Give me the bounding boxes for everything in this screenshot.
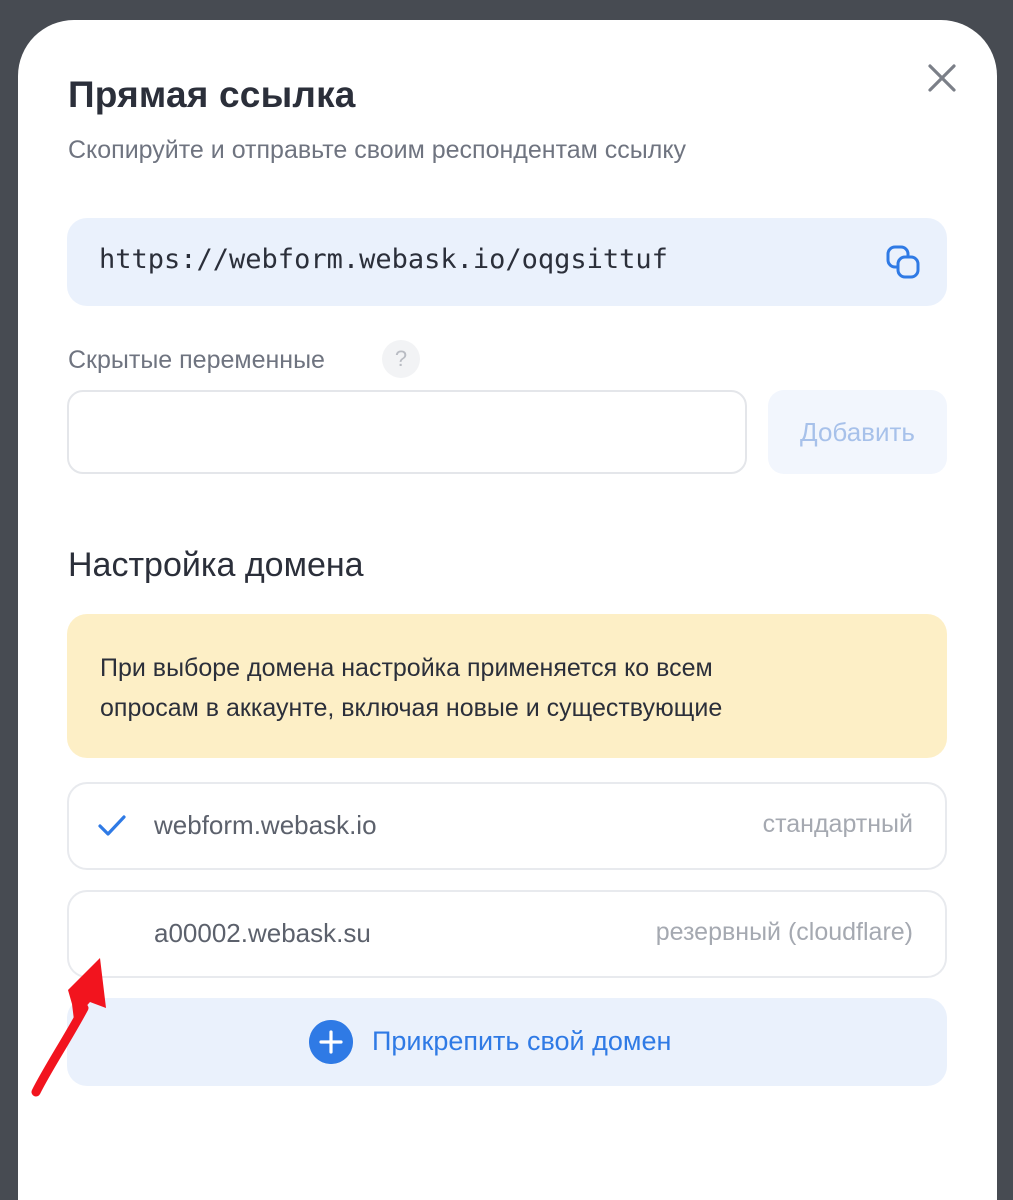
attach-domain-label: Прикрепить свой домен xyxy=(372,1026,672,1056)
attach-domain-button[interactable]: Прикрепить свой домен xyxy=(67,998,947,1086)
direct-link-modal: Прямая ссылка Скопируйте и отправьте сво… xyxy=(18,20,997,1200)
checkmark-icon xyxy=(98,815,126,836)
copy-icon[interactable] xyxy=(885,244,921,280)
annotation-arrow-icon xyxy=(31,958,106,1097)
plus-icon xyxy=(309,1020,353,1064)
domain-warning-notice: При выборе домена настройка применяется … xyxy=(67,614,947,758)
domain-name: a00002.webask.su xyxy=(154,918,371,948)
close-icon[interactable] xyxy=(924,60,960,96)
domain-option-standard[interactable]: webform.webask.io стандартный xyxy=(67,782,947,870)
link-url: https://webform.webask.io/oqgsittuf xyxy=(99,244,668,275)
domain-name: webform.webask.io xyxy=(154,810,377,840)
help-icon[interactable]: ? xyxy=(382,340,420,378)
domain-option-reserve[interactable]: a00002.webask.su резервный (cloudflare) xyxy=(67,890,947,978)
warning-text-line: опросам в аккаунте, включая новые и суще… xyxy=(100,694,723,722)
domain-settings-title: Настройка домена xyxy=(68,546,364,584)
warning-text-line: При выборе домена настройка применяется … xyxy=(100,654,713,682)
hidden-variables-input[interactable] xyxy=(67,390,747,474)
domain-type: резервный (cloudflare) xyxy=(655,918,913,946)
modal-title: Прямая ссылка xyxy=(68,74,356,115)
add-button[interactable]: Добавить xyxy=(768,390,947,474)
hidden-variables-label: Скрытые переменные xyxy=(68,346,325,374)
link-field[interactable]: https://webform.webask.io/oqgsittuf xyxy=(67,218,947,306)
domain-type: стандартный xyxy=(762,810,913,838)
modal-subtitle: Скопируйте и отправьте своим респондента… xyxy=(68,136,687,164)
